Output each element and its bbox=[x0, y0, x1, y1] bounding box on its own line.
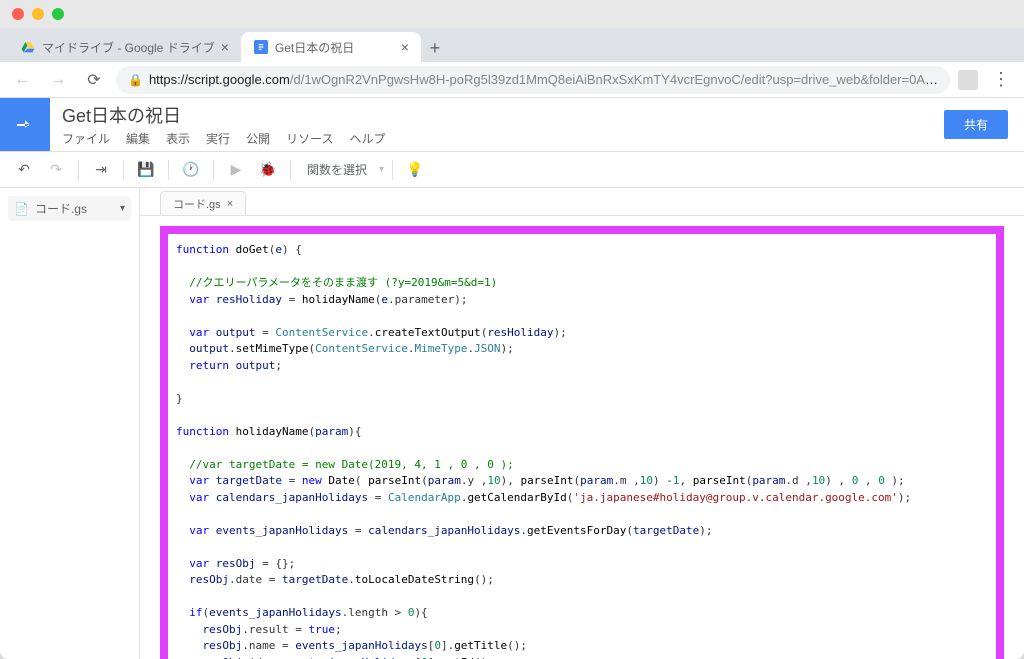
window-close-button[interactable] bbox=[12, 8, 24, 20]
separator bbox=[168, 160, 169, 180]
code-highlight-box: function doGet(e) { //クエリーパラメータをそのまま渡す (… bbox=[160, 226, 1004, 659]
lightbulb-icon[interactable]: 💡 bbox=[401, 156, 429, 184]
menu-file[interactable]: ファイル bbox=[62, 130, 110, 147]
tab-close-icon[interactable]: × bbox=[401, 39, 409, 55]
undo-button[interactable]: ↶ bbox=[10, 156, 38, 184]
dropdown-icon: ▾ bbox=[379, 164, 384, 175]
editor-area: コード.gs × function doGet(e) { //クエリーパラメータ… bbox=[140, 188, 1024, 659]
separator bbox=[392, 160, 393, 180]
editor-tab-label: コード.gs bbox=[173, 196, 221, 212]
clock-button[interactable]: 🕐 bbox=[177, 156, 205, 184]
menu-publish[interactable]: 公開 bbox=[246, 130, 270, 147]
file-sidebar: 📄 コード.gs ▾ bbox=[0, 188, 140, 659]
app-logo[interactable] bbox=[0, 98, 50, 151]
app-menu-bar: ファイル 編集 表示 実行 公開 リソース ヘルプ bbox=[62, 130, 916, 147]
browser-tabs: マイドライブ - Google ドライブ × Get日本の祝日 × + bbox=[0, 28, 1024, 62]
back-button[interactable]: ← bbox=[8, 66, 36, 94]
browser-tab[interactable]: マイドライブ - Google ドライブ × bbox=[8, 32, 241, 62]
address-bar: ← → ⟳ 🔒 https://script.google.com/d/1wOg… bbox=[0, 62, 1024, 98]
sidebar-file-item[interactable]: 📄 コード.gs ▾ bbox=[8, 196, 131, 221]
url-input[interactable]: 🔒 https://script.google.com/d/1wOgnR2VnP… bbox=[116, 66, 950, 94]
window-minimize-button[interactable] bbox=[32, 8, 44, 20]
project-title[interactable]: Get日本の祝日 bbox=[62, 102, 916, 128]
debug-button[interactable]: 🐞 bbox=[254, 156, 282, 184]
tab-close-icon[interactable]: × bbox=[221, 39, 229, 55]
menu-resources[interactable]: リソース bbox=[286, 130, 333, 147]
new-tab-button[interactable]: + bbox=[421, 34, 449, 62]
browser-window: マイドライブ - Google ドライブ × Get日本の祝日 × + ← → … bbox=[0, 0, 1024, 659]
separator bbox=[78, 160, 79, 180]
extension-icon[interactable] bbox=[958, 70, 978, 90]
window-maximize-button[interactable] bbox=[52, 8, 64, 20]
app-header: Get日本の祝日 ファイル 編集 表示 実行 公開 リソース ヘルプ 共有 bbox=[0, 98, 1024, 152]
main-area: 📄 コード.gs ▾ コード.gs × function doGet(e) { … bbox=[0, 188, 1024, 659]
file-name: コード.gs bbox=[35, 200, 87, 217]
menu-view[interactable]: 表示 bbox=[166, 130, 190, 147]
toolbar: ↶ ↷ ⇥ 💾 🕐 ▶ 🐞 関数を選択 ▾ 💡 bbox=[0, 152, 1024, 188]
separator bbox=[213, 160, 214, 180]
script-icon bbox=[253, 39, 269, 55]
run-button[interactable]: ▶ bbox=[222, 156, 250, 184]
tab-title: Get日本の祝日 bbox=[275, 39, 354, 56]
window-titlebar bbox=[0, 0, 1024, 28]
code-editor[interactable]: function doGet(e) { //クエリーパラメータをそのまま渡す (… bbox=[140, 216, 1024, 659]
code-content: function doGet(e) { //クエリーパラメータをそのまま渡す (… bbox=[176, 242, 988, 659]
menu-run[interactable]: 実行 bbox=[206, 130, 230, 147]
close-icon[interactable]: × bbox=[227, 198, 233, 210]
editor-tab[interactable]: コード.gs × bbox=[160, 191, 246, 215]
redo-button[interactable]: ↷ bbox=[42, 156, 70, 184]
menu-edit[interactable]: 編集 bbox=[126, 130, 150, 147]
lock-icon: 🔒 bbox=[128, 73, 143, 87]
editor-tabs: コード.gs × bbox=[140, 188, 1024, 216]
share-button[interactable]: 共有 bbox=[944, 110, 1008, 139]
reload-button[interactable]: ⟳ bbox=[80, 66, 108, 94]
drive-icon bbox=[20, 39, 36, 55]
separator bbox=[290, 160, 291, 180]
browser-tab[interactable]: Get日本の祝日 × bbox=[241, 32, 421, 62]
chevron-down-icon[interactable]: ▾ bbox=[120, 203, 125, 214]
indent-button[interactable]: ⇥ bbox=[87, 156, 115, 184]
file-icon: 📄 bbox=[14, 202, 29, 216]
separator bbox=[123, 160, 124, 180]
menu-help[interactable]: ヘルプ bbox=[349, 130, 385, 147]
url-text: https://script.google.com/d/1wOgnR2VnPgw… bbox=[149, 72, 938, 87]
function-selector[interactable]: 関数を選択 bbox=[299, 157, 375, 182]
tab-title: マイドライブ - Google ドライブ bbox=[42, 39, 215, 56]
app-title-area: Get日本の祝日 ファイル 編集 表示 実行 公開 リソース ヘルプ bbox=[50, 98, 928, 151]
save-button[interactable]: 💾 bbox=[132, 156, 160, 184]
forward-button[interactable]: → bbox=[44, 66, 72, 94]
browser-menu-icon[interactable]: ⋮ bbox=[986, 69, 1016, 90]
